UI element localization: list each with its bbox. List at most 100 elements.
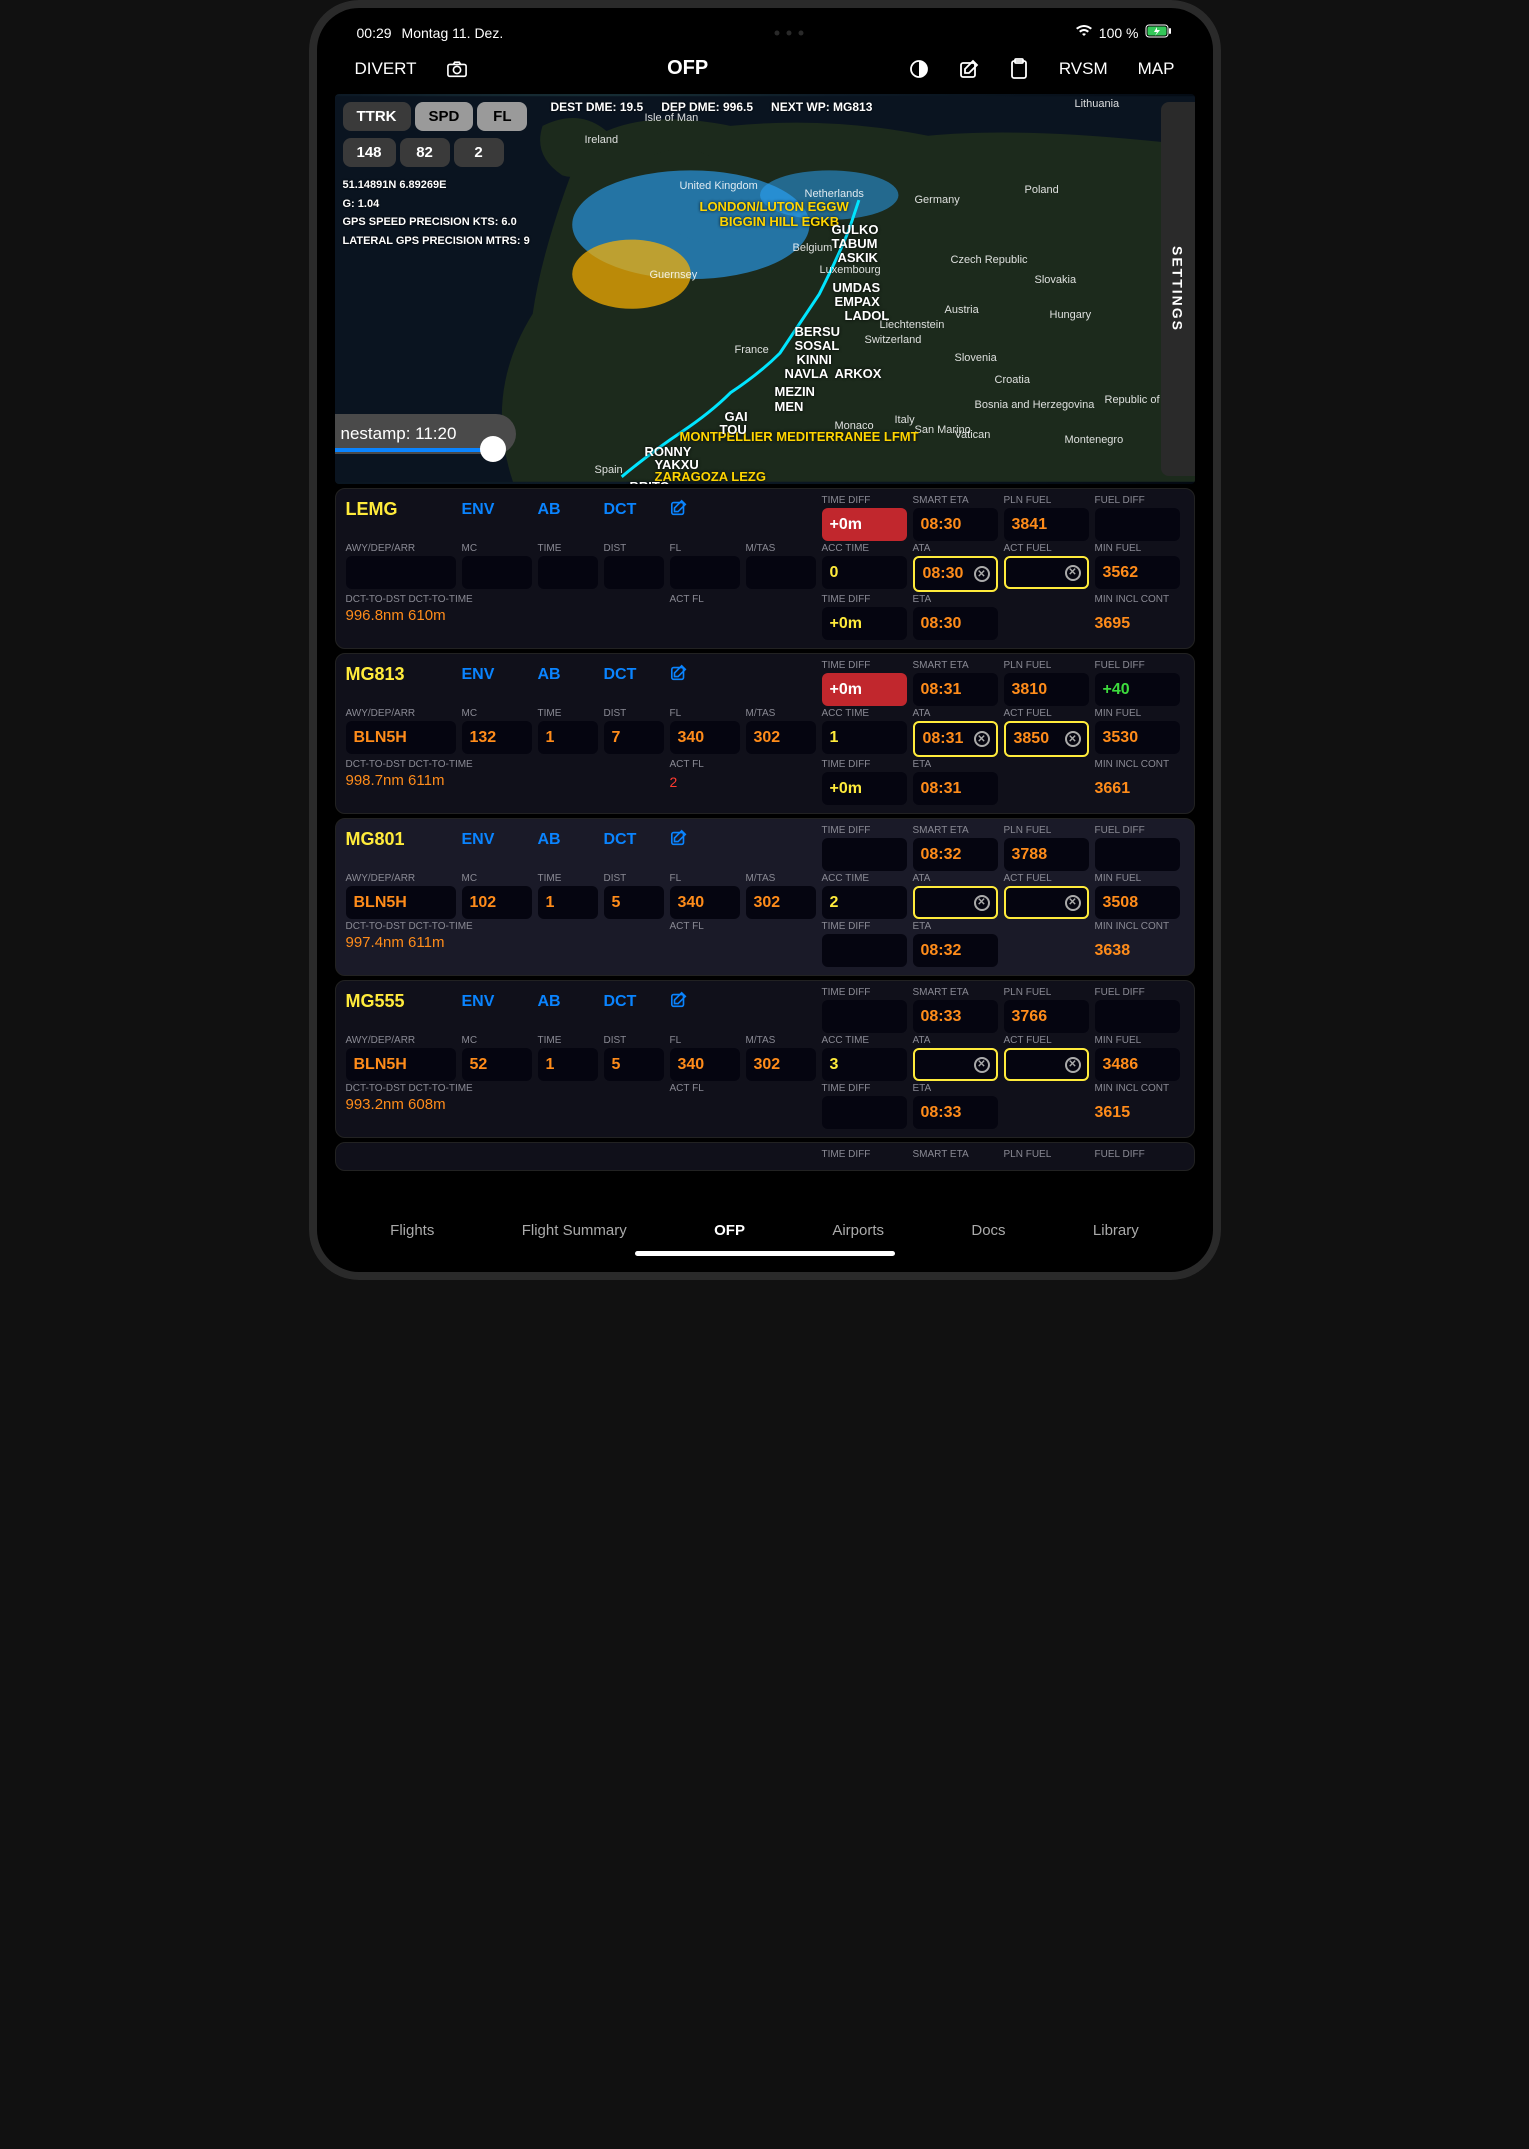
edit-icon[interactable] [670,495,740,541]
fuel-diff: . [1095,1000,1180,1033]
ab-link[interactable]: AB [538,987,598,1033]
min-incl-cont: 3661 [1095,772,1180,805]
dct-link[interactable]: DCT [604,987,664,1033]
time-slider[interactable] [335,448,495,452]
eta-value: 08:33 [913,1096,998,1129]
settings-tab[interactable]: SETTINGS [1161,102,1195,476]
map-button[interactable]: MAP [1138,59,1175,79]
time-diff-1: +0m [822,508,907,541]
fl-value: 340 [670,1048,740,1081]
dct-link[interactable]: DCT [604,825,664,871]
act-fuel[interactable]: ✕ [1004,886,1089,919]
dct-info: 996.8nm 610m [346,607,598,624]
min-incl-cont: 3695 [1095,607,1180,640]
awy-value: . [346,556,456,589]
act-fl [670,1096,740,1098]
mtas-value: . [746,556,816,589]
edit-icon[interactable] [670,987,740,1033]
time-diff-1: . [822,1000,907,1033]
act-fuel[interactable]: ✕ [1004,556,1089,589]
min-incl-cont: 3638 [1095,934,1180,967]
acc-time: 3 [822,1048,907,1081]
time-slider-thumb[interactable] [480,436,506,462]
waypoint-row: MG813 ENV AB DCT TIME DIFF+0m SMART ETA0… [335,653,1195,814]
dct-info: 997.4nm 611m [346,934,598,951]
ab-link[interactable]: AB [538,660,598,706]
home-indicator[interactable] [635,1251,895,1256]
battery-icon [1145,24,1173,41]
clear-icon[interactable]: ✕ [1065,1057,1081,1073]
divert-button[interactable]: DIVERT [355,59,417,79]
status-time: 00:29 [357,25,392,41]
ab-link[interactable]: AB [538,825,598,871]
time-diff-2: . [822,934,907,967]
dct-link[interactable]: DCT [604,660,664,706]
act-fuel[interactable]: 3850✕ [1004,721,1089,757]
clear-icon[interactable]: ✕ [974,1057,990,1073]
act-fl [670,607,740,609]
ata-value[interactable]: 08:30✕ [913,556,998,592]
map-view[interactable]: TTRK SPD FL 148 82 2 DEST DME: 19.5 DEP … [335,94,1195,484]
dct-link[interactable]: DCT [604,495,664,541]
fuel-diff: . [1095,838,1180,871]
contrast-icon[interactable] [909,59,929,79]
tab-airports[interactable]: Airports [832,1222,884,1239]
bottom-tabs: Flights Flight Summary OFP Airports Docs… [327,1208,1203,1247]
ata-value[interactable]: ✕ [913,886,998,919]
fl-value: . [670,556,740,589]
smart-eta: 08:33 [913,1000,998,1033]
min-incl-cont: 3615 [1095,1096,1180,1129]
env-link[interactable]: ENV [462,660,532,706]
dct-info: 998.7nm 611m [346,772,598,789]
min-fuel: 3562 [1095,556,1180,589]
waypoint-name: MG813 [346,660,456,706]
eta-value: 08:32 [913,934,998,967]
clear-icon[interactable]: ✕ [974,731,990,747]
clear-icon[interactable]: ✕ [974,566,990,582]
page-title: OFP [667,57,708,80]
act-fuel[interactable]: ✕ [1004,1048,1089,1081]
tab-summary[interactable]: Flight Summary [522,1222,627,1239]
min-fuel: 3486 [1095,1048,1180,1081]
ata-value[interactable]: ✕ [913,1048,998,1081]
fuel-diff: +40 [1095,673,1180,706]
eta-value: 08:30 [913,607,998,640]
time-diff-1: +0m [822,673,907,706]
fl-value: 340 [670,721,740,754]
pln-fuel: 3766 [1004,1000,1089,1033]
pln-fuel: 3788 [1004,838,1089,871]
time-value: 1 [538,1048,598,1081]
env-link[interactable]: ENV [462,825,532,871]
tab-flights[interactable]: Flights [390,1222,434,1239]
tab-docs[interactable]: Docs [971,1222,1005,1239]
ab-link[interactable]: AB [538,495,598,541]
edit-icon[interactable] [670,660,740,706]
fuel-diff: . [1095,508,1180,541]
ata-value[interactable]: 08:31✕ [913,721,998,757]
clear-icon[interactable]: ✕ [974,895,990,911]
pln-fuel: 3810 [1004,673,1089,706]
dist-value: 7 [604,721,664,754]
status-bar: 00:29 Montag 11. Dez. 100 % [327,24,1203,49]
acc-time: 2 [822,886,907,919]
camera-icon[interactable] [447,59,467,79]
clear-icon[interactable]: ✕ [1065,895,1081,911]
acc-time: 1 [822,721,907,754]
smart-eta: 08:32 [913,838,998,871]
waypoint-name: MG801 [346,825,456,871]
tab-library[interactable]: Library [1093,1222,1139,1239]
env-link[interactable]: ENV [462,495,532,541]
waypoint-row: LEMG ENV AB DCT TIME DIFF+0m SMART ETA08… [335,488,1195,649]
clipboard-icon[interactable] [1009,59,1029,79]
clear-icon[interactable]: ✕ [1065,731,1081,747]
edit-icon[interactable] [670,825,740,871]
topbar: DIVERT OFP RVSM MAP [327,49,1203,94]
smart-eta: 08:30 [913,508,998,541]
clear-icon[interactable]: ✕ [1065,565,1081,581]
compose-icon[interactable] [959,59,979,79]
mtas-value: 302 [746,886,816,919]
tab-ofp[interactable]: OFP [714,1222,745,1239]
env-link[interactable]: ENV [462,987,532,1033]
mc-value: 52 [462,1048,532,1081]
rvsm-button[interactable]: RVSM [1059,59,1108,79]
